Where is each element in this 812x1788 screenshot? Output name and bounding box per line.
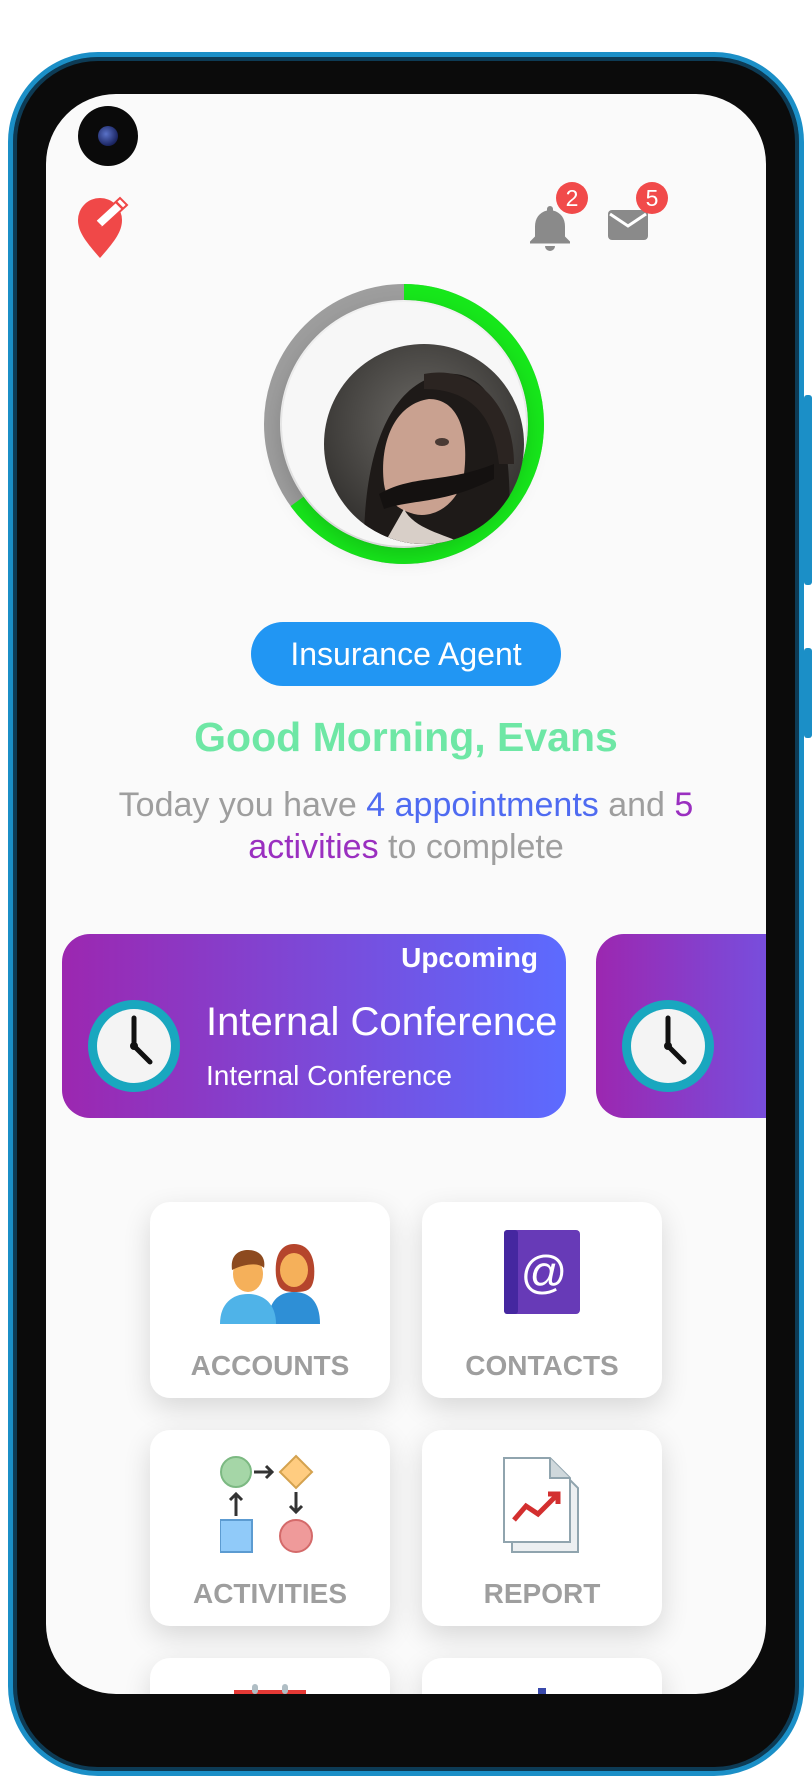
profile-progress-ring [262, 282, 546, 566]
menu-tile-label: REPORT [483, 1578, 601, 1609]
event-title: Internal Conference [206, 1000, 558, 1044]
menu-tile-label: ACCOUNTS [190, 1350, 350, 1381]
messages-button[interactable]: 5 [600, 182, 668, 254]
summary-prefix: Today you have [118, 786, 367, 824]
calendar-icon [234, 1684, 306, 1694]
clock-icon [622, 1000, 714, 1092]
notifications-badge: 2 [556, 182, 588, 214]
accounts-icon [220, 1244, 320, 1324]
menu-tile-activities[interactable]: ACTIVITIES [150, 1430, 390, 1626]
report-icon [503, 1457, 579, 1553]
activities-icon [220, 1454, 314, 1553]
event-card[interactable]: Upcoming Internal Conference Internal Co… [62, 934, 566, 1118]
front-camera [78, 106, 138, 166]
menu-tile-report[interactable]: REPORT [422, 1430, 662, 1626]
summary-suffix: to complete [378, 828, 564, 866]
event-status: Upcoming [401, 942, 538, 973]
app-screen: 2 5 Insurance Agent Good Morning, Evans … [46, 94, 766, 1694]
event-subtitle: Internal Conference [206, 1060, 452, 1091]
notifications-button[interactable]: 2 [520, 182, 588, 254]
menu-tile[interactable] [150, 1658, 390, 1694]
appointments-count-link[interactable]: 4 appointments [366, 786, 599, 824]
svg-text:@: @ [521, 1246, 568, 1298]
daily-summary: Today you have 4 appointments and 5 acti… [82, 784, 730, 868]
app-logo-icon[interactable] [76, 194, 132, 260]
role-badge: Insurance Agent [251, 622, 561, 686]
greeting-title: Good Morning, Evans [194, 714, 618, 760]
clock-icon [88, 1000, 180, 1092]
volume-button [804, 395, 812, 585]
chart-icon [538, 1688, 546, 1694]
menu-tile[interactable] [422, 1658, 662, 1694]
menu-tile-label: ACTIVITIES [192, 1578, 347, 1609]
power-button [804, 648, 812, 738]
messages-badge: 5 [636, 182, 668, 214]
event-card-next[interactable] [596, 934, 766, 1118]
menu-tile-label: CONTACTS [465, 1350, 619, 1381]
summary-middle: and [598, 786, 675, 824]
menu-tile-accounts[interactable]: ACCOUNTS [150, 1202, 390, 1398]
contacts-icon: @ [504, 1230, 580, 1314]
avatar[interactable] [324, 344, 524, 544]
menu-tile-contacts[interactable]: @ CONTACTS [422, 1202, 662, 1398]
